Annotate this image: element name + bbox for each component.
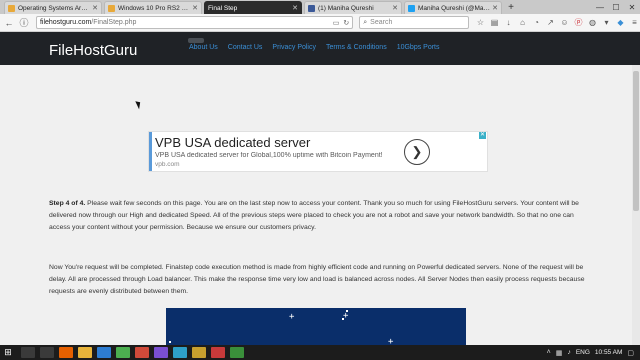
twitter-icon	[408, 4, 415, 12]
star-dot	[346, 310, 348, 312]
close-tab-icon[interactable]: ✕	[292, 4, 298, 12]
search-input[interactable]: ⌕ Search	[359, 16, 469, 29]
windows-taskbar: ⊞ ˄ ▦ ♪ ENG 10:55 AM ▢	[0, 345, 640, 360]
navigation-toolbar: ← ⓘ filehostguru.com/FinalStep.php ▭ ↻ ⌕…	[0, 14, 640, 32]
step-label: Step 4 of 4.	[49, 200, 86, 207]
nav-link-terms[interactable]: Terms & Conditions	[326, 44, 387, 51]
close-tab-icon[interactable]: ✕	[92, 4, 98, 12]
windows-start-icon[interactable]: ⊞	[0, 345, 16, 360]
star-dot	[342, 318, 344, 320]
tab-label: Maniha Qureshi (@Maniha	[418, 4, 491, 12]
back-icon[interactable]: ←	[3, 17, 15, 29]
site-logo[interactable]: FileHostGuru	[49, 42, 137, 59]
app-icon[interactable]	[192, 347, 206, 358]
chevron-right-icon[interactable]: ❯	[404, 139, 430, 165]
app-icon[interactable]	[211, 347, 225, 358]
language-indicator[interactable]: ENG	[576, 349, 590, 356]
close-window-icon[interactable]: ✕	[624, 0, 640, 14]
clock[interactable]: 10:55 AM	[595, 349, 622, 356]
tab-label: (1) Maniha Qureshi	[318, 4, 374, 12]
ad-accent-bar	[149, 132, 152, 171]
star-dot	[169, 341, 171, 343]
menu-icon[interactable]: ≡	[629, 17, 640, 29]
app-icon[interactable]	[135, 347, 149, 358]
url-domain: filehostguru.com	[39, 19, 92, 26]
site-nav: About Us Contact Us Privacy Policy Terms…	[189, 44, 440, 51]
nav-link-contact[interactable]: Contact Us	[228, 44, 263, 51]
page-scrollbar[interactable]	[632, 65, 640, 345]
nav-link-about[interactable]: About Us	[189, 44, 218, 51]
reader-view-icon[interactable]: ▭	[333, 19, 340, 27]
tab-final-step[interactable]: Final Step ✕	[204, 1, 302, 14]
share-icon[interactable]: ↗	[545, 17, 556, 29]
shield-icon[interactable]: ◆	[615, 17, 626, 29]
notifications-icon[interactable]: ▢	[627, 349, 634, 357]
tab-label: Operating Systems Archives	[18, 4, 90, 12]
close-tab-icon[interactable]: ✕	[192, 4, 198, 12]
ad-choices-icon[interactable]: ✕	[479, 132, 486, 139]
tab-twitter[interactable]: Maniha Qureshi (@Maniha ✕	[404, 1, 502, 14]
bookmark-star-icon[interactable]: ☆	[475, 17, 486, 29]
clipboard-icon[interactable]: ▤	[489, 17, 500, 29]
home-icon[interactable]: ⌂	[517, 17, 528, 29]
app-icon[interactable]	[154, 347, 168, 358]
maximize-icon[interactable]: ☐	[608, 0, 624, 14]
close-tab-icon[interactable]: ✕	[492, 4, 498, 12]
info-icon[interactable]: ⓘ	[18, 17, 30, 29]
search-icon: ⌕	[363, 18, 368, 26]
url-path: /FinalStep.php	[91, 19, 137, 26]
menu-toggle-button[interactable]	[188, 38, 204, 43]
new-tab-button[interactable]: +	[504, 1, 518, 14]
pocket-icon[interactable]: ◔	[531, 17, 542, 29]
app-icon[interactable]	[230, 347, 244, 358]
chevron-up-icon[interactable]: ˄	[547, 349, 551, 356]
step-paragraph: Step 4 of 4. Please wait few seconds on …	[49, 198, 586, 234]
pinterest-icon[interactable]: ⓟ	[573, 17, 584, 29]
folder-icon[interactable]	[78, 347, 92, 358]
nav-link-privacy[interactable]: Privacy Policy	[272, 44, 316, 51]
tab-label: Windows 10 Pro RS2 v1703.1	[118, 4, 190, 12]
app-icon[interactable]	[173, 347, 187, 358]
info-paragraph: Now You're request will be completed. Fi…	[49, 264, 585, 295]
tab-facebook[interactable]: (1) Maniha Qureshi ✕	[304, 1, 402, 14]
volume-icon[interactable]: ♪	[567, 349, 571, 356]
sparkle-icon: +	[388, 337, 394, 346]
task-view-icon[interactable]	[40, 347, 54, 358]
tab-label: Final Step	[208, 4, 238, 12]
sparkle-icon: +	[289, 312, 295, 322]
store-icon[interactable]	[97, 347, 111, 358]
firefox-icon[interactable]	[59, 347, 73, 358]
tab-strip: Operating Systems Archives ✕ Windows 10 …	[0, 0, 640, 14]
emoji-icon[interactable]: ☺	[559, 17, 570, 29]
ad-domain[interactable]: vpb.com	[155, 161, 180, 168]
ad-description: VPB USA dedicated server for Global,100%…	[155, 152, 383, 159]
tab-operating-systems[interactable]: Operating Systems Archives ✕	[4, 1, 102, 14]
network-icon[interactable]: ▦	[556, 349, 563, 357]
system-tray: ˄ ▦ ♪ ENG 10:55 AM ▢	[547, 349, 640, 357]
ad-headline[interactable]: VPB USA dedicated server	[155, 135, 310, 150]
download-panel[interactable]: + + +	[166, 308, 466, 345]
tab-windows10[interactable]: Windows 10 Pro RS2 v1703.1 ✕	[104, 1, 202, 14]
minimize-icon[interactable]: —	[592, 0, 608, 14]
window-controls: — ☐ ✕	[592, 0, 640, 14]
download-icon[interactable]: ↓	[503, 17, 514, 29]
favicon-icon	[108, 4, 115, 12]
search-placeholder: Search	[370, 19, 393, 26]
facebook-icon	[308, 4, 315, 12]
address-bar[interactable]: filehostguru.com/FinalStep.php ▭ ↻	[35, 16, 354, 29]
globe-icon[interactable]: ◍	[587, 17, 598, 29]
favicon-icon	[8, 4, 15, 12]
close-tab-icon[interactable]: ✕	[392, 4, 398, 12]
ad-banner[interactable]: VPB USA dedicated server VPB USA dedicat…	[148, 131, 488, 172]
search-icon[interactable]	[21, 347, 35, 358]
extension-icon[interactable]: ▾	[601, 17, 612, 29]
nav-link-ports[interactable]: 10Gbps Ports	[397, 44, 440, 51]
reload-icon[interactable]: ↻	[343, 19, 349, 27]
chrome-icon[interactable]	[116, 347, 130, 358]
step-text: Please wait few seconds on this page. Yo…	[49, 200, 579, 231]
scroll-thumb[interactable]	[633, 71, 639, 211]
